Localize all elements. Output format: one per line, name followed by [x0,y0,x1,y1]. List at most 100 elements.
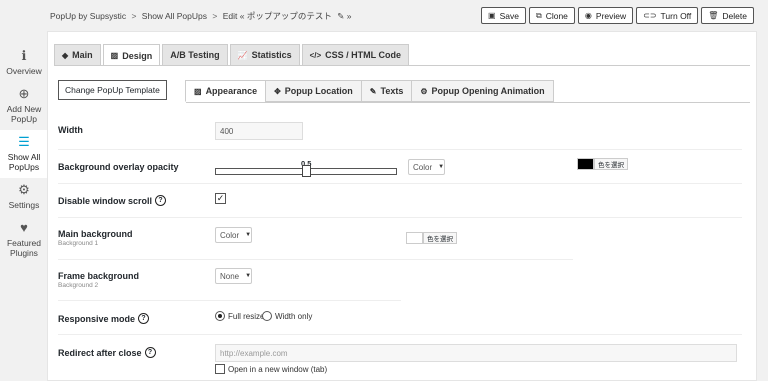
color-swatch[interactable] [577,158,594,170]
toggle-icon: ⊂⊃ [643,11,657,20]
help-icon[interactable]: ? [144,347,156,358]
tabs-divider [54,65,750,66]
image-icon: ▨ [110,51,119,60]
main-background-sublabel: Background 1 [58,240,99,247]
tab-label: CSS / HTML Code [325,50,402,60]
frame-background-label-group: Frame background Background 2 [58,271,139,289]
eye-icon: ◉ [584,11,592,20]
main-background-color-picker[interactable]: 色を選択 [406,232,457,244]
info-icon: ℹ [21,48,27,63]
overlay-opacity-label: Background overlay opacity [58,162,179,172]
cube-icon: ◆ [62,50,69,60]
responsive-width-only-option[interactable]: Width only [262,311,312,321]
preview-button[interactable]: ◉ Preview [577,7,634,24]
frame-background-type-select[interactable]: None ▼ [215,268,252,284]
gear-icon: ⚙ [18,182,30,197]
overlay-type-select[interactable]: Color ▼ [408,159,445,175]
row-divider [58,334,742,335]
row-divider [58,217,742,218]
change-template-button[interactable]: Change PopUp Template [58,80,167,100]
radio-label: Width only [275,311,313,321]
sidebar-item-label: Show All PopUps [7,152,41,172]
radio-width-only[interactable] [262,311,272,321]
tab-label: A/B Testing [170,50,220,60]
clone-icon: ⧉ [535,10,542,20]
sidebar-item-label: Add New PopUp [6,104,42,124]
sidebar: ℹ Overview ⊕ Add New PopUp ☰ Show All Po… [0,44,48,264]
save-icon: ▣ [488,11,496,20]
delete-button-label: Delete [722,10,747,21]
row-divider [58,259,573,260]
tab-popup-opening-animation[interactable]: ⚙ Popup Opening Animation [411,80,554,102]
save-button[interactable]: ▣ Save [481,7,526,24]
sidebar-item-label: Settings [8,200,40,210]
disable-scroll-checkbox[interactable]: ✓ [215,193,226,204]
delete-button[interactable]: 🗑 Delete [701,7,754,24]
responsive-full-resize-option[interactable]: Full resize [215,311,264,321]
disable-scroll-label: Disable window scroll ? [58,195,167,206]
tab-label: Statistics [251,50,292,60]
editor-panel: ◆ Main ▨ Design A/B Testing 📈 Statistics… [47,31,757,381]
sidebar-item-show-all-popups[interactable]: ☰ Show All PopUps [0,130,48,178]
disable-scroll-label-text: Disable window scroll [58,195,153,206]
width-label: Width [58,125,83,135]
main-tabs: ◆ Main ▨ Design A/B Testing 📈 Statistics… [54,44,410,66]
width-input[interactable]: 400 [215,122,303,140]
choose-color-button[interactable]: 色を選択 [423,232,457,244]
choose-color-button[interactable]: 色を選択 [594,158,628,170]
color-swatch[interactable] [406,232,423,244]
help-icon[interactable]: ? [155,195,167,206]
chevron-down-icon: ▼ [245,232,252,238]
breadcrumb-plugin-link[interactable]: PopUp by Supsystic [50,11,126,21]
tab-label: Popup Location [284,86,353,96]
heart-icon: ♥ [20,220,28,235]
tab-appearance[interactable]: ▨ Appearance [185,80,267,102]
clone-button-label: Clone [545,10,568,21]
tab-main[interactable]: ◆ Main [54,44,101,65]
breadcrumb-all-popups-link[interactable]: Show All PopUps [142,11,207,21]
popup-name[interactable]: « ポップアップのテスト [240,11,332,21]
code-icon: </> [309,50,322,60]
redirect-after-close-label-text: Redirect after close [58,347,142,358]
save-button-label: Save [499,10,519,21]
sidebar-item-overview[interactable]: ℹ Overview [0,44,48,82]
breadcrumb-edit: Edit [222,11,238,21]
clone-button[interactable]: ⧉ Clone [528,7,575,24]
top-bar: PopUp by Supsystic > Show All PopUps > E… [0,0,768,30]
chart-icon: 📈 [237,50,248,60]
open-new-window-option[interactable]: Open in a new window (tab) [215,364,327,374]
action-buttons: ▣ Save ⧉ Clone ◉ Preview ⊂⊃ Turn Off 🗑 D… [481,7,754,24]
gear-icon: ⚙ [420,86,428,96]
tab-popup-location[interactable]: ✥ Popup Location [265,80,362,102]
tab-ab-testing[interactable]: A/B Testing [162,44,228,65]
main-background-type-select[interactable]: Color ▼ [215,227,252,243]
chevron-down-icon: ▼ [438,164,445,170]
sidebar-item-settings[interactable]: ⚙ Settings [0,178,48,216]
slider-handle[interactable] [301,165,311,177]
sidebar-item-featured-plugins[interactable]: ♥ Featured Plugins [0,216,48,264]
responsive-mode-label-text: Responsive mode [58,313,136,324]
tab-texts[interactable]: ✎ Texts [360,80,413,102]
tab-design[interactable]: ▨ Design [102,44,161,66]
pencil-icon[interactable]: ✎ [337,11,344,22]
tab-css-html-code[interactable]: </> CSS / HTML Code [301,44,410,65]
breadcrumb-end: » [346,11,352,21]
turn-off-button[interactable]: ⊂⊃ Turn Off [636,7,699,24]
help-icon[interactable]: ? [138,313,150,324]
responsive-mode-label: Responsive mode ? [58,313,150,324]
breadcrumb-separator: > [131,11,137,21]
open-new-window-checkbox[interactable] [215,364,225,374]
list-icon: ☰ [18,134,30,149]
redirect-url-input[interactable]: http://example.com [215,344,737,362]
sidebar-item-add-new-popup[interactable]: ⊕ Add New PopUp [0,82,48,130]
preview-button-label: Preview [595,10,627,21]
row-divider [58,300,401,301]
overlay-color-picker[interactable]: 色を選択 [577,158,628,170]
radio-full-resize[interactable] [215,311,225,321]
tab-label: Popup Opening Animation [431,86,545,96]
sub-tabs: ▨ Appearance ✥ Popup Location ✎ Texts ⚙ … [185,80,554,102]
breadcrumb: PopUp by Supsystic > Show All PopUps > E… [50,10,351,22]
tab-label: Design [122,50,153,61]
row-divider [58,149,742,150]
tab-statistics[interactable]: 📈 Statistics [229,44,300,65]
